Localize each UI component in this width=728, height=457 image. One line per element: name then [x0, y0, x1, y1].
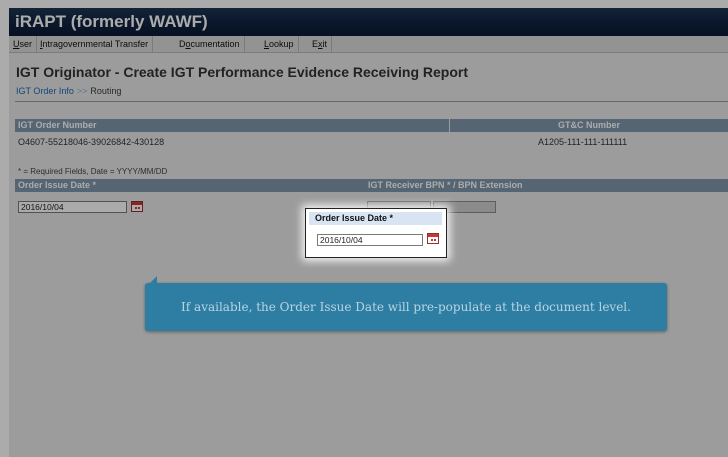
callout-date-input[interactable] — [317, 234, 423, 246]
menu-documentation[interactable]: Documentation — [175, 36, 245, 52]
tooltip-text: If available, the Order Issue Date will … — [181, 300, 631, 314]
menu-exit[interactable]: Exit — [308, 36, 333, 52]
igt-order-number-value: O4607-55218046-39026842-430128 — [18, 137, 165, 147]
menu-user[interactable]: User — [9, 36, 38, 52]
order-issue-date-header: Order Issue Date * — [15, 179, 361, 192]
order-issue-date-input[interactable] — [18, 201, 127, 213]
required-fields-note: * = Required Fields, Date = YYYY/MM/DD — [18, 167, 168, 176]
info-tooltip: If available, the Order Issue Date will … — [145, 276, 667, 331]
divider — [15, 101, 728, 102]
menu-intragovernmental-transfer[interactable]: Intragovernmental Transfer — [36, 36, 154, 52]
gtc-number-header: GT&C Number — [450, 119, 728, 132]
menu-bar: User Intragovernmental Transfer Document… — [9, 36, 728, 53]
bpn-header: IGT Receiver BPN * / BPN Extension — [361, 179, 728, 192]
breadcrumb-current: Routing — [90, 86, 122, 96]
breadcrumb-separator: >> — [76, 86, 88, 96]
menu-lookup[interactable]: Lookup — [260, 36, 299, 52]
callout-label: Order Issue Date * — [309, 212, 442, 225]
breadcrumb-link-igt-order-info[interactable]: IGT Order Info — [16, 86, 74, 96]
gtc-number-value: A1205-111-111-111111 — [538, 137, 628, 147]
igt-order-number-header: IGT Order Number — [15, 119, 449, 132]
calendar-icon[interactable] — [131, 201, 143, 212]
app-title: iRAPT (formerly WAWF) — [9, 8, 728, 36]
calendar-icon[interactable] — [427, 233, 439, 244]
breadcrumb: IGT Order Info >> Routing — [16, 86, 121, 96]
page-title: IGT Originator - Create IGT Performance … — [16, 64, 469, 80]
highlight-callout: Order Issue Date * — [305, 208, 447, 258]
tooltip-tail — [149, 276, 157, 284]
